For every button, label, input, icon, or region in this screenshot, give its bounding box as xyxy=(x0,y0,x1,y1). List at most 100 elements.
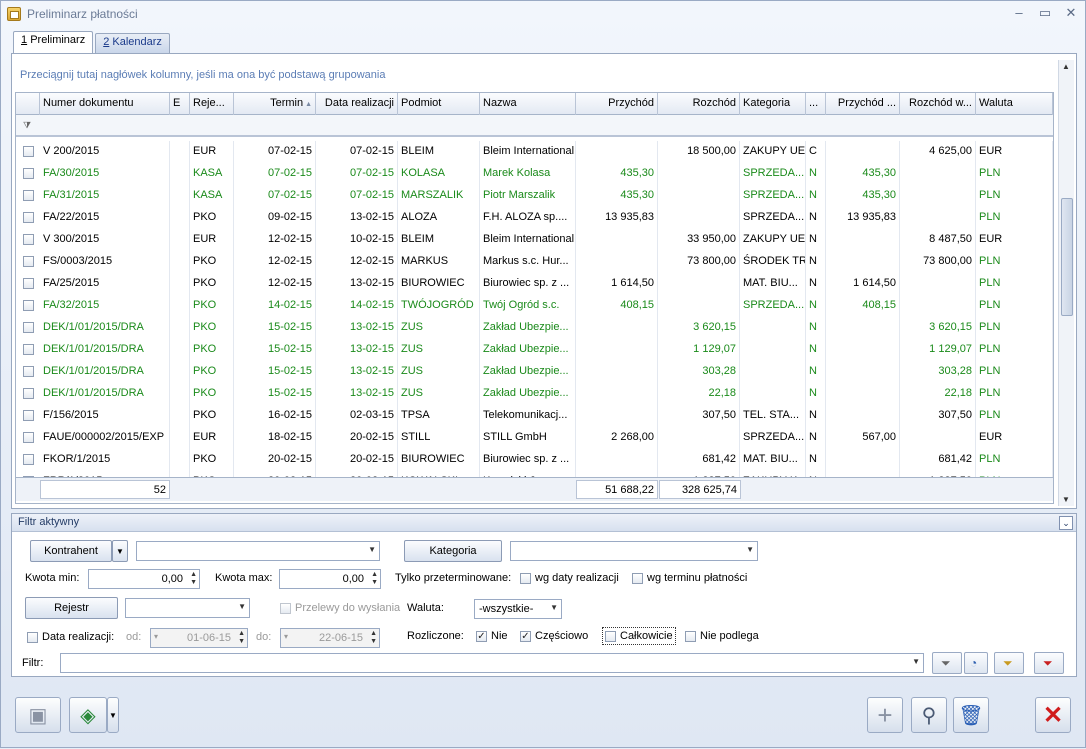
checkbox-box[interactable]: ✓ xyxy=(520,630,531,642)
refresh-filter-icon[interactable]: ◔ xyxy=(964,652,988,674)
table-row[interactable]: V 200/2015 EUR 07-02-15 07-02-15 BLEIM Bleim … xyxy=(16,141,1053,163)
clear-filter-icon[interactable]: ⏷ xyxy=(1034,652,1064,674)
kontrahent-dropdown-icon[interactable]: ▼ xyxy=(112,540,128,562)
checkbox-box[interactable] xyxy=(520,572,531,584)
scroll-thumb[interactable] xyxy=(1061,198,1073,316)
row-checkbox[interactable] xyxy=(23,212,34,223)
data-realizacji-checkbox[interactable]: Data realizacji: xyxy=(27,631,114,643)
czesciowo-checkbox[interactable]: ✓ Częściowo xyxy=(520,630,588,642)
column-header[interactable]: E xyxy=(170,93,190,115)
tab-kalendarz[interactable]: 2 Kalendarz xyxy=(95,33,170,53)
minimize-button[interactable]: – xyxy=(1011,5,1027,21)
operations-button[interactable]: ◈ xyxy=(69,697,107,733)
waluta-combo[interactable]: -wszystkie- ▼ xyxy=(474,599,562,619)
spinner-icon[interactable]: ▲ ▼ xyxy=(370,630,377,646)
row-checkbox[interactable] xyxy=(23,344,34,355)
table-row[interactable]: FA/30/2015 KASA 07-02-15 07-02-15 KOLASA Mare… xyxy=(16,163,1053,185)
kontrahent-button[interactable]: Kontrahent xyxy=(30,540,112,562)
apply-filter-icon[interactable]: ⏷ xyxy=(932,652,962,674)
row-checkbox[interactable] xyxy=(23,432,34,443)
table-row[interactable]: DEK/1/01/2015/DRA PKO 15-02-15 13-02-15 ZUS Z… xyxy=(16,339,1053,361)
table-row[interactable]: FAUE/000002/2015/EXP EUR 18-02-15 20-02-15 S… xyxy=(16,427,1053,449)
scroll-down-icon[interactable]: ▼ xyxy=(1062,495,1070,504)
do-date-input[interactable]: ▾ 22-06-15 ▲ ▼ xyxy=(280,628,380,648)
od-date-input[interactable]: ▾ 01-06-15 ▲ ▼ xyxy=(150,628,248,648)
nie-checkbox[interactable]: ✓ Nie xyxy=(476,630,508,642)
row-checkbox[interactable] xyxy=(23,388,34,399)
calkowicie-checkbox[interactable]: Całkowicie xyxy=(602,627,676,645)
close-button[interactable]: ✕ xyxy=(1035,697,1071,733)
column-header[interactable]: Przychód ... xyxy=(826,93,900,115)
column-header[interactable]: Rozchód xyxy=(658,93,740,115)
row-checkbox[interactable] xyxy=(23,256,34,267)
table-row[interactable]: DEK/1/01/2015/DRA PKO 15-02-15 13-02-15 ZUS Z… xyxy=(16,383,1053,405)
operations-dropdown-icon[interactable]: ▼ xyxy=(107,697,119,733)
rejestr-button[interactable]: Rejestr xyxy=(25,597,118,619)
grid-vertical-scrollbar[interactable]: ▲ ▼ xyxy=(1058,60,1074,506)
kontrahent-combo[interactable]: ▼ xyxy=(136,541,380,561)
row-checkbox[interactable] xyxy=(23,366,34,377)
grid-filter-row[interactable]: ⧩ xyxy=(16,115,1053,137)
nie-podlega-checkbox[interactable]: Nie podlega xyxy=(685,630,759,642)
row-checkbox[interactable] xyxy=(23,234,34,245)
column-header[interactable]: ... xyxy=(806,93,826,115)
spinner-icon[interactable]: ▲ ▼ xyxy=(190,571,197,587)
sort-ascending-icon[interactable]: ▲ xyxy=(303,101,312,108)
tab-preliminarz[interactable]: 1 Preliminarz xyxy=(13,31,94,53)
group-by-hint[interactable]: Przeciągnij tutaj nagłówek kolumny, jeśl… xyxy=(20,69,385,81)
kwota-max-input[interactable]: 0,00 ▲ ▼ xyxy=(279,569,381,589)
delete-button[interactable]: 🗑 xyxy=(953,697,989,733)
save-button[interactable]: ▣ xyxy=(15,697,61,733)
scroll-up-icon[interactable]: ▲ xyxy=(1062,62,1070,71)
row-checkbox[interactable] xyxy=(23,300,34,311)
column-header[interactable]: Kategoria xyxy=(740,93,806,115)
table-row[interactable]: FA/32/2015 PKO 14-02-15 14-02-15 TWÓJOGRÓD Tw… xyxy=(16,295,1053,317)
table-row[interactable]: DEK/1/01/2015/DRA PKO 15-02-15 13-02-15 ZUS Z… xyxy=(16,361,1053,383)
checkbox-box[interactable] xyxy=(605,630,616,642)
rejestr-combo[interactable]: ▼ xyxy=(125,598,250,618)
column-header[interactable]: Data realizacji xyxy=(316,93,398,115)
wg-terminu-checkbox[interactable]: wg terminu płatności xyxy=(632,572,747,584)
column-header[interactable]: Podmiot xyxy=(398,93,480,115)
filter-builder-icon[interactable]: ⏷ xyxy=(994,652,1024,674)
row-checkbox[interactable] xyxy=(23,190,34,201)
table-row[interactable]: FKOR/1/2015 PKO 20-02-15 20-02-15 BIUROWIEC B… xyxy=(16,449,1053,471)
wg-daty-checkbox[interactable]: wg daty realizacji xyxy=(520,572,619,584)
checkbox-box[interactable] xyxy=(27,631,38,643)
przelewy-checkbox[interactable]: Przelewy do wysłania xyxy=(280,602,400,614)
spinner-icon[interactable]: ▲ ▼ xyxy=(371,571,378,587)
table-row[interactable]: F/156/2015 PKO 16-02-15 02-03-15 TPSA Telekom… xyxy=(16,405,1053,427)
collapse-icon[interactable]: ⌄ xyxy=(1059,516,1073,530)
table-row[interactable]: FA/22/2015 PKO 09-02-15 13-02-15 ALOZA F.H. A… xyxy=(16,207,1053,229)
filtr-combo[interactable]: ▼ xyxy=(60,653,924,673)
column-header[interactable]: Nazwa xyxy=(480,93,576,115)
checkbox-box[interactable] xyxy=(685,630,696,642)
table-row[interactable]: FA/25/2015 PKO 12-02-15 13-02-15 BIUROWIEC Bi… xyxy=(16,273,1053,295)
add-button[interactable]: + xyxy=(867,697,903,733)
close-window-button[interactable]: ✕ xyxy=(1063,5,1079,21)
column-header[interactable]: Waluta xyxy=(976,93,1053,115)
funnel-icon[interactable]: ⧩ xyxy=(23,120,31,131)
table-row[interactable]: FS/0003/2015 PKO 12-02-15 12-02-15 MARKUS Mar… xyxy=(16,251,1053,273)
row-checkbox[interactable] xyxy=(23,278,34,289)
row-checkbox[interactable] xyxy=(23,410,34,421)
column-header[interactable]: Przychód xyxy=(576,93,658,115)
row-checkbox[interactable] xyxy=(23,322,34,333)
column-header[interactable]: Rozchód w... xyxy=(900,93,976,115)
maximize-button[interactable]: ▭ xyxy=(1037,5,1053,21)
kategoria-combo[interactable]: ▼ xyxy=(510,541,758,561)
preview-button[interactable]: ⚲ xyxy=(911,697,947,733)
spinner-icon[interactable]: ▲ ▼ xyxy=(238,630,245,646)
table-row[interactable]: DEK/1/01/2015/DRA PKO 15-02-15 13-02-15 ZUS Z… xyxy=(16,317,1053,339)
table-row[interactable]: V 300/2015 EUR 12-02-15 10-02-15 BLEIM Bleim … xyxy=(16,229,1053,251)
checkbox-box[interactable]: ✓ xyxy=(476,630,487,642)
column-header[interactable]: Termin ▲ xyxy=(234,93,316,115)
checkbox-box[interactable] xyxy=(280,602,291,614)
column-header[interactable]: Reje... xyxy=(190,93,234,115)
kwota-min-input[interactable]: 0,00 ▲ ▼ xyxy=(88,569,200,589)
kategoria-button[interactable]: Kategoria xyxy=(404,540,502,562)
checkbox-box[interactable] xyxy=(632,572,643,584)
row-checkbox[interactable] xyxy=(23,146,34,157)
row-checkbox[interactable] xyxy=(23,168,34,179)
row-checkbox[interactable] xyxy=(23,454,34,465)
